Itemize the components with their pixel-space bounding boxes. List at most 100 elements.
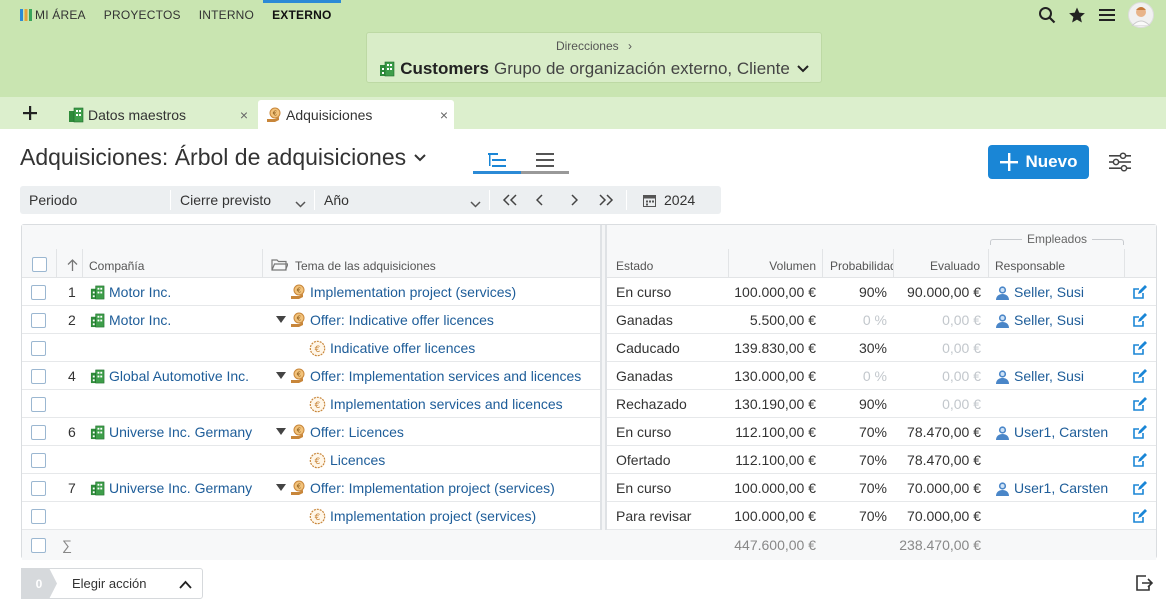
table-row[interactable]: € Licences Ofertado 112.100,00 € 70% 78.470,0… — [22, 446, 1156, 474]
page-title[interactable]: Adquisiciones: Árbol de adquisiciones — [20, 144, 426, 171]
topic-link[interactable]: Implementation services and licences — [330, 396, 563, 412]
row-checkbox[interactable] — [31, 396, 46, 412]
company-link[interactable]: Global Automotive Inc. — [109, 368, 249, 384]
tab-adquisiciones[interactable]: € Adquisiciones × — [258, 100, 454, 129]
search-icon[interactable] — [1038, 6, 1056, 24]
row-checkbox-cell[interactable] — [31, 474, 46, 502]
edit-icon[interactable] — [1132, 474, 1147, 502]
table-row[interactable]: 7 Universe Inc. Germany € Offer: Implementa… — [22, 474, 1156, 502]
close-icon[interactable]: × — [240, 107, 248, 123]
tree-view-button[interactable] — [473, 148, 521, 174]
collapse-toggle-icon[interactable] — [276, 306, 286, 334]
edit-icon[interactable] — [1132, 278, 1147, 306]
first-period-button[interactable] — [490, 186, 522, 214]
nav-externo[interactable]: EXTERNO — [263, 0, 341, 30]
row-checkbox[interactable] — [31, 452, 46, 468]
row-checkbox[interactable] — [31, 508, 46, 524]
table-row[interactable]: 2 Motor Inc. € Offer: Indicative offer lice… — [22, 306, 1156, 334]
row-checkbox-cell[interactable] — [31, 446, 46, 474]
table-row[interactable]: 6 Universe Inc. Germany € Offer: Licences En… — [22, 418, 1156, 446]
new-button[interactable]: Nuevo — [988, 145, 1089, 179]
sort-up-icon[interactable] — [67, 259, 78, 275]
row-checkbox-cell[interactable] — [31, 278, 46, 306]
row-checkbox-cell[interactable] — [31, 390, 46, 418]
column-header-company[interactable]: Compañía — [89, 259, 144, 273]
table-row[interactable]: € Implementation project (services) Para r… — [22, 502, 1156, 530]
topic-link[interactable]: Indicative offer licences — [330, 340, 475, 356]
breadcrumb[interactable]: Direcciones › — [367, 39, 821, 53]
chevron-down-icon[interactable] — [797, 65, 809, 73]
topic-link[interactable]: Offer: Implementation services and licen… — [310, 368, 581, 384]
grid-settings-button[interactable] — [1106, 148, 1134, 176]
row-checkbox[interactable] — [31, 537, 46, 553]
pane-splitter[interactable] — [600, 225, 607, 530]
totals-row-checkbox-cell[interactable] — [31, 530, 46, 560]
nav-interno[interactable]: INTERNO — [190, 0, 263, 30]
column-header-topic[interactable]: Tema de las adquisiciones — [295, 259, 436, 273]
add-tab-button[interactable] — [16, 101, 44, 125]
row-checkbox-cell[interactable] — [31, 306, 46, 334]
company-link[interactable]: Motor Inc. — [109, 312, 171, 328]
row-checkbox[interactable] — [31, 340, 46, 356]
row-checkbox-cell[interactable] — [31, 362, 46, 390]
responsible-link[interactable]: User1, Carsten — [1014, 424, 1108, 440]
column-header-responsible[interactable]: Responsable — [995, 259, 1065, 273]
app-grid-icon[interactable] — [20, 9, 32, 21]
topic-link[interactable]: Implementation project (services) — [330, 508, 536, 524]
user-avatar[interactable] — [1128, 2, 1154, 28]
company-link[interactable]: Motor Inc. — [109, 284, 171, 300]
table-row[interactable]: € Implementation services and licences Rec… — [22, 390, 1156, 418]
table-row[interactable]: 1 Motor Inc. € Implementation project (serv… — [22, 278, 1156, 306]
company-link[interactable]: Universe Inc. Germany — [109, 424, 252, 440]
collapse-toggle-icon[interactable] — [276, 418, 286, 446]
edit-icon[interactable] — [1132, 334, 1147, 362]
topic-link[interactable]: Implementation project (services) — [310, 284, 516, 300]
topic-link[interactable]: Offer: Implementation project (services) — [310, 480, 555, 496]
nav-mi-area[interactable]: MI ÁREA — [35, 0, 95, 30]
table-row[interactable]: 4 Global Automotive Inc. € Offer: Implement… — [22, 362, 1156, 390]
collapse-toggle-icon[interactable] — [276, 474, 286, 502]
edit-icon[interactable] — [1132, 418, 1147, 446]
column-header-probability[interactable]: Probabilidad — [830, 259, 894, 273]
topic-link[interactable]: Offer: Licences — [310, 424, 404, 440]
row-checkbox[interactable] — [31, 480, 46, 496]
edit-icon[interactable] — [1132, 306, 1147, 334]
select-all-checkbox[interactable] — [32, 257, 47, 272]
last-period-button[interactable] — [586, 186, 626, 214]
topic-link[interactable]: Offer: Indicative offer licences — [310, 312, 494, 328]
next-period-button[interactable] — [554, 186, 586, 214]
chevron-down-icon[interactable] — [414, 153, 426, 162]
list-view-button[interactable] — [521, 148, 569, 174]
column-header-evaluated[interactable]: Evaluado — [893, 259, 980, 273]
close-icon[interactable]: × — [440, 107, 448, 123]
table-row[interactable]: € Indicative offer licences Caducado 139.83… — [22, 334, 1156, 362]
row-checkbox[interactable] — [31, 284, 46, 300]
edit-icon[interactable] — [1132, 502, 1147, 530]
object-selector[interactable]: Direcciones › Customers Grupo de organiz… — [366, 32, 822, 83]
date-field-select[interactable]: Cierre previsto — [171, 186, 314, 214]
column-header-volume[interactable]: Volumen — [728, 259, 816, 273]
responsible-link[interactable]: Seller, Susi — [1014, 312, 1084, 328]
edit-icon[interactable] — [1132, 390, 1147, 418]
row-checkbox-cell[interactable] — [31, 334, 46, 362]
edit-icon[interactable] — [1132, 446, 1147, 474]
row-checkbox[interactable] — [31, 368, 46, 384]
column-header-status[interactable]: Estado — [616, 259, 653, 273]
row-checkbox-cell[interactable] — [31, 502, 46, 530]
year-picker[interactable]: 2024 — [627, 186, 713, 214]
row-checkbox-cell[interactable] — [31, 418, 46, 446]
action-selector[interactable]: 0 Elegir acción — [21, 568, 203, 599]
star-icon[interactable] — [1068, 6, 1086, 24]
previous-period-button[interactable] — [522, 186, 554, 214]
row-checkbox[interactable] — [31, 424, 46, 440]
company-link[interactable]: Universe Inc. Germany — [109, 480, 252, 496]
menu-icon[interactable] — [1098, 6, 1116, 24]
breadcrumb-label[interactable]: Direcciones — [556, 39, 619, 53]
nav-proyectos[interactable]: PROYECTOS — [95, 0, 190, 30]
export-button[interactable] — [1134, 573, 1154, 593]
period-unit-select[interactable]: Año — [315, 186, 489, 214]
topic-link[interactable]: Licences — [330, 452, 385, 468]
tab-datos-maestros[interactable]: Datos maestros × — [60, 100, 254, 129]
row-checkbox[interactable] — [31, 312, 46, 328]
responsible-link[interactable]: User1, Carsten — [1014, 480, 1108, 496]
